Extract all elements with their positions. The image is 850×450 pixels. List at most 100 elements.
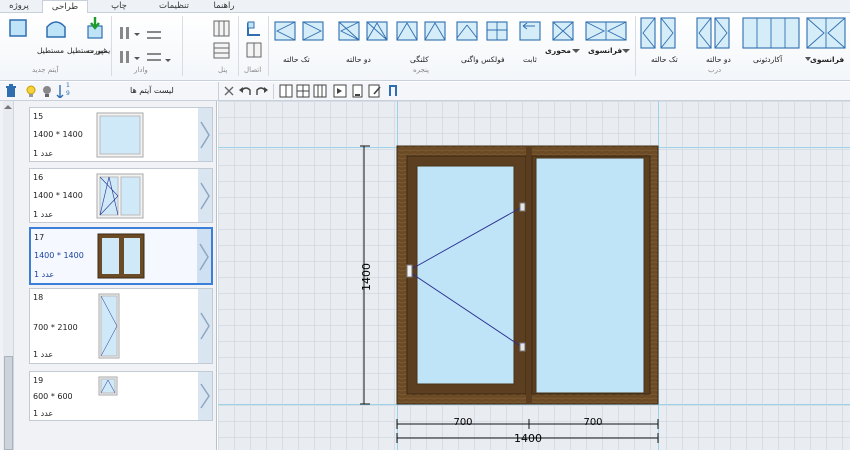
item-expand-button[interactable] (198, 289, 212, 363)
total-width-label: 1400 (514, 432, 542, 445)
tab-print[interactable]: چاپ (94, 0, 144, 13)
design-canvas[interactable]: 1400 700 700 1400 (218, 101, 850, 450)
right-glass[interactable] (535, 157, 645, 394)
split-vertical-icon[interactable] (279, 84, 293, 98)
separator (218, 82, 219, 101)
tab-help[interactable]: راهنما (204, 0, 244, 13)
delete-icon[interactable] (4, 84, 18, 98)
import-icon[interactable] (86, 17, 104, 41)
dropdown-arrow-icon[interactable] (622, 49, 630, 55)
item-size: 600 * 600 (33, 392, 73, 401)
undo-icon[interactable] (238, 84, 252, 98)
separator (273, 84, 274, 99)
window-handle[interactable] (406, 264, 413, 278)
mullion-group-label: وادار (134, 66, 148, 74)
item-number: 18 (33, 293, 44, 302)
hinge-bottom (519, 342, 526, 352)
split-horizontal-icon[interactable] (296, 84, 310, 98)
item-size: 700 * 2100 (33, 323, 78, 332)
scrollbar-thumb[interactable] (4, 356, 13, 450)
window-double-mode-button[interactable]: دو حالته (346, 55, 371, 64)
scroll-up-icon[interactable] (4, 104, 12, 110)
tab-settings[interactable]: تنظیمات (148, 0, 200, 13)
door-single-mode-button[interactable]: تک حالته (651, 55, 678, 64)
item-card-17[interactable]: 17 1400 * 1400 عدد 1 (29, 227, 213, 285)
grid-split-icon[interactable] (313, 84, 327, 98)
window-single-mode-button[interactable]: تک حالته (283, 55, 310, 64)
left-sash-width-label: 700 (453, 417, 472, 428)
item-thumbnail (97, 233, 145, 279)
separator (111, 16, 112, 76)
dropdown-arrow-icon[interactable] (805, 57, 811, 63)
item-number: 17 (34, 233, 45, 242)
door-folding-button[interactable]: آکاردئونی (753, 55, 782, 64)
window-pivot-button[interactable]: محوری (545, 46, 571, 55)
item-size: 1400 * 1400 (34, 251, 84, 260)
sash-arrow-icon[interactable] (333, 84, 347, 98)
new-item-group-label: آیتم جدید (32, 66, 59, 74)
item-number: 16 (33, 173, 44, 182)
separator (238, 16, 239, 76)
window-type-icons[interactable] (273, 20, 633, 44)
sort-label-bottom: 9 (66, 90, 70, 97)
item-expand-button[interactable] (198, 108, 212, 161)
window-french-button[interactable]: فرانسوی (588, 46, 622, 55)
item-thumbnail (98, 376, 118, 396)
window-drawing: 1400 700 700 1400 (360, 145, 659, 445)
door-type-icons[interactable] (639, 16, 849, 50)
door-double-mode-button[interactable]: دو حالته (706, 55, 731, 64)
tab-project[interactable]: پروژه (0, 0, 38, 13)
door-group-label: درب (708, 66, 722, 74)
edit-icon[interactable] (368, 84, 382, 98)
item-card-19[interactable]: 19 600 * 600 عدد 1 (29, 371, 213, 421)
connection-icons[interactable] (244, 19, 264, 65)
item-expand-button[interactable] (198, 372, 212, 420)
items-list-title: لیست آیتم ها (130, 86, 174, 95)
new-item-group: مستطیل غیر مستطیل ایمپورت (4, 15, 114, 75)
item-qty: عدد 1 (33, 350, 54, 359)
item-qty: عدد 1 (33, 210, 54, 219)
item-size: 1400 * 1400 (33, 130, 83, 139)
dropdown-arrow-icon[interactable] (572, 49, 580, 55)
item-thumbnail (96, 173, 144, 219)
window-tilt-button[interactable]: کلنگی (410, 55, 429, 64)
mullion[interactable] (526, 146, 532, 404)
height-dimension-label: 1400 (360, 263, 373, 291)
non-rectangle-icon[interactable] (45, 18, 67, 38)
item-thumbnail (96, 112, 144, 158)
chevron-right-icon (200, 121, 210, 149)
close-icon[interactable] (222, 84, 236, 98)
right-sash-width-label: 700 (583, 417, 602, 428)
fixed-rectangle-icon[interactable] (8, 18, 28, 38)
window-group-label: پنجره (413, 66, 430, 74)
import-button[interactable]: ایمپورت (87, 46, 112, 55)
chevron-right-icon (200, 383, 210, 409)
profile-icon[interactable] (351, 84, 365, 98)
panel-icons[interactable] (212, 19, 232, 65)
item-card-15[interactable]: 15 1400 * 1400 عدد 1 (29, 107, 213, 162)
item-number: 15 (33, 112, 44, 121)
item-expand-button[interactable] (197, 229, 211, 283)
fixed-button[interactable]: مستطیل (37, 46, 64, 55)
door-french-button[interactable]: فرانسوی (810, 55, 844, 64)
window-fixed-button[interactable]: ثابت (523, 55, 537, 64)
left-glass[interactable] (416, 165, 515, 385)
lightbulb-off-icon[interactable] (40, 84, 54, 98)
chevron-right-icon (200, 182, 210, 210)
item-qty: عدد 1 (34, 270, 55, 279)
redo-icon[interactable] (255, 84, 269, 98)
item-number: 19 (33, 376, 44, 385)
items-scrollbar[interactable] (3, 101, 14, 450)
window-sliding-tilt-button[interactable]: فولکس واگنی (461, 55, 505, 64)
tab-design[interactable]: طراحی (42, 0, 88, 14)
item-expand-button[interactable] (198, 169, 212, 222)
connection-group-label: اتصال (244, 66, 262, 74)
toolbar-row: 1 9 لیست آیتم ها (0, 82, 850, 101)
item-card-18[interactable]: 18 700 * 2100 عدد 1 (29, 288, 213, 364)
item-qty: عدد 1 (33, 149, 54, 158)
sash-width-dimensions (396, 419, 659, 429)
handle-icon[interactable] (386, 84, 400, 98)
item-card-16[interactable]: 16 1400 * 1400 عدد 1 (29, 168, 213, 223)
lightbulb-on-icon[interactable] (24, 84, 38, 98)
mullion-icons[interactable] (118, 23, 174, 63)
